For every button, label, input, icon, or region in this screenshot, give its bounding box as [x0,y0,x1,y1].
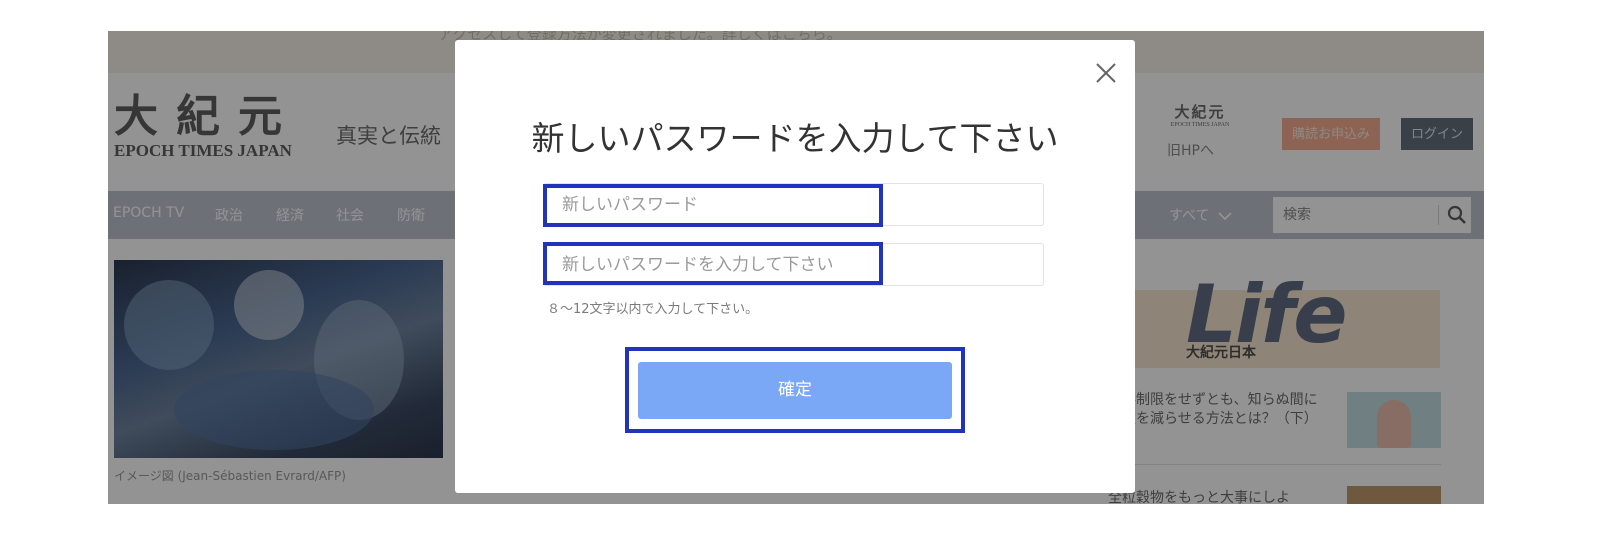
new-password-field [543,183,1044,226]
password-reset-modal: 新しいパスワードを入力して下さい ８〜12文字以内で入力して下さい。 確定 [455,40,1135,493]
new-password-input[interactable] [544,184,1043,225]
confirm-password-field [543,243,1044,286]
modal-title: 新しいパスワードを入力して下さい [531,119,1059,158]
close-icon [1096,63,1116,83]
confirm-button[interactable]: 確定 [638,362,952,419]
close-button[interactable] [1091,58,1121,88]
password-hint: ８〜12文字以内で入力して下さい。 [547,302,759,317]
confirm-password-input[interactable] [544,244,1043,285]
